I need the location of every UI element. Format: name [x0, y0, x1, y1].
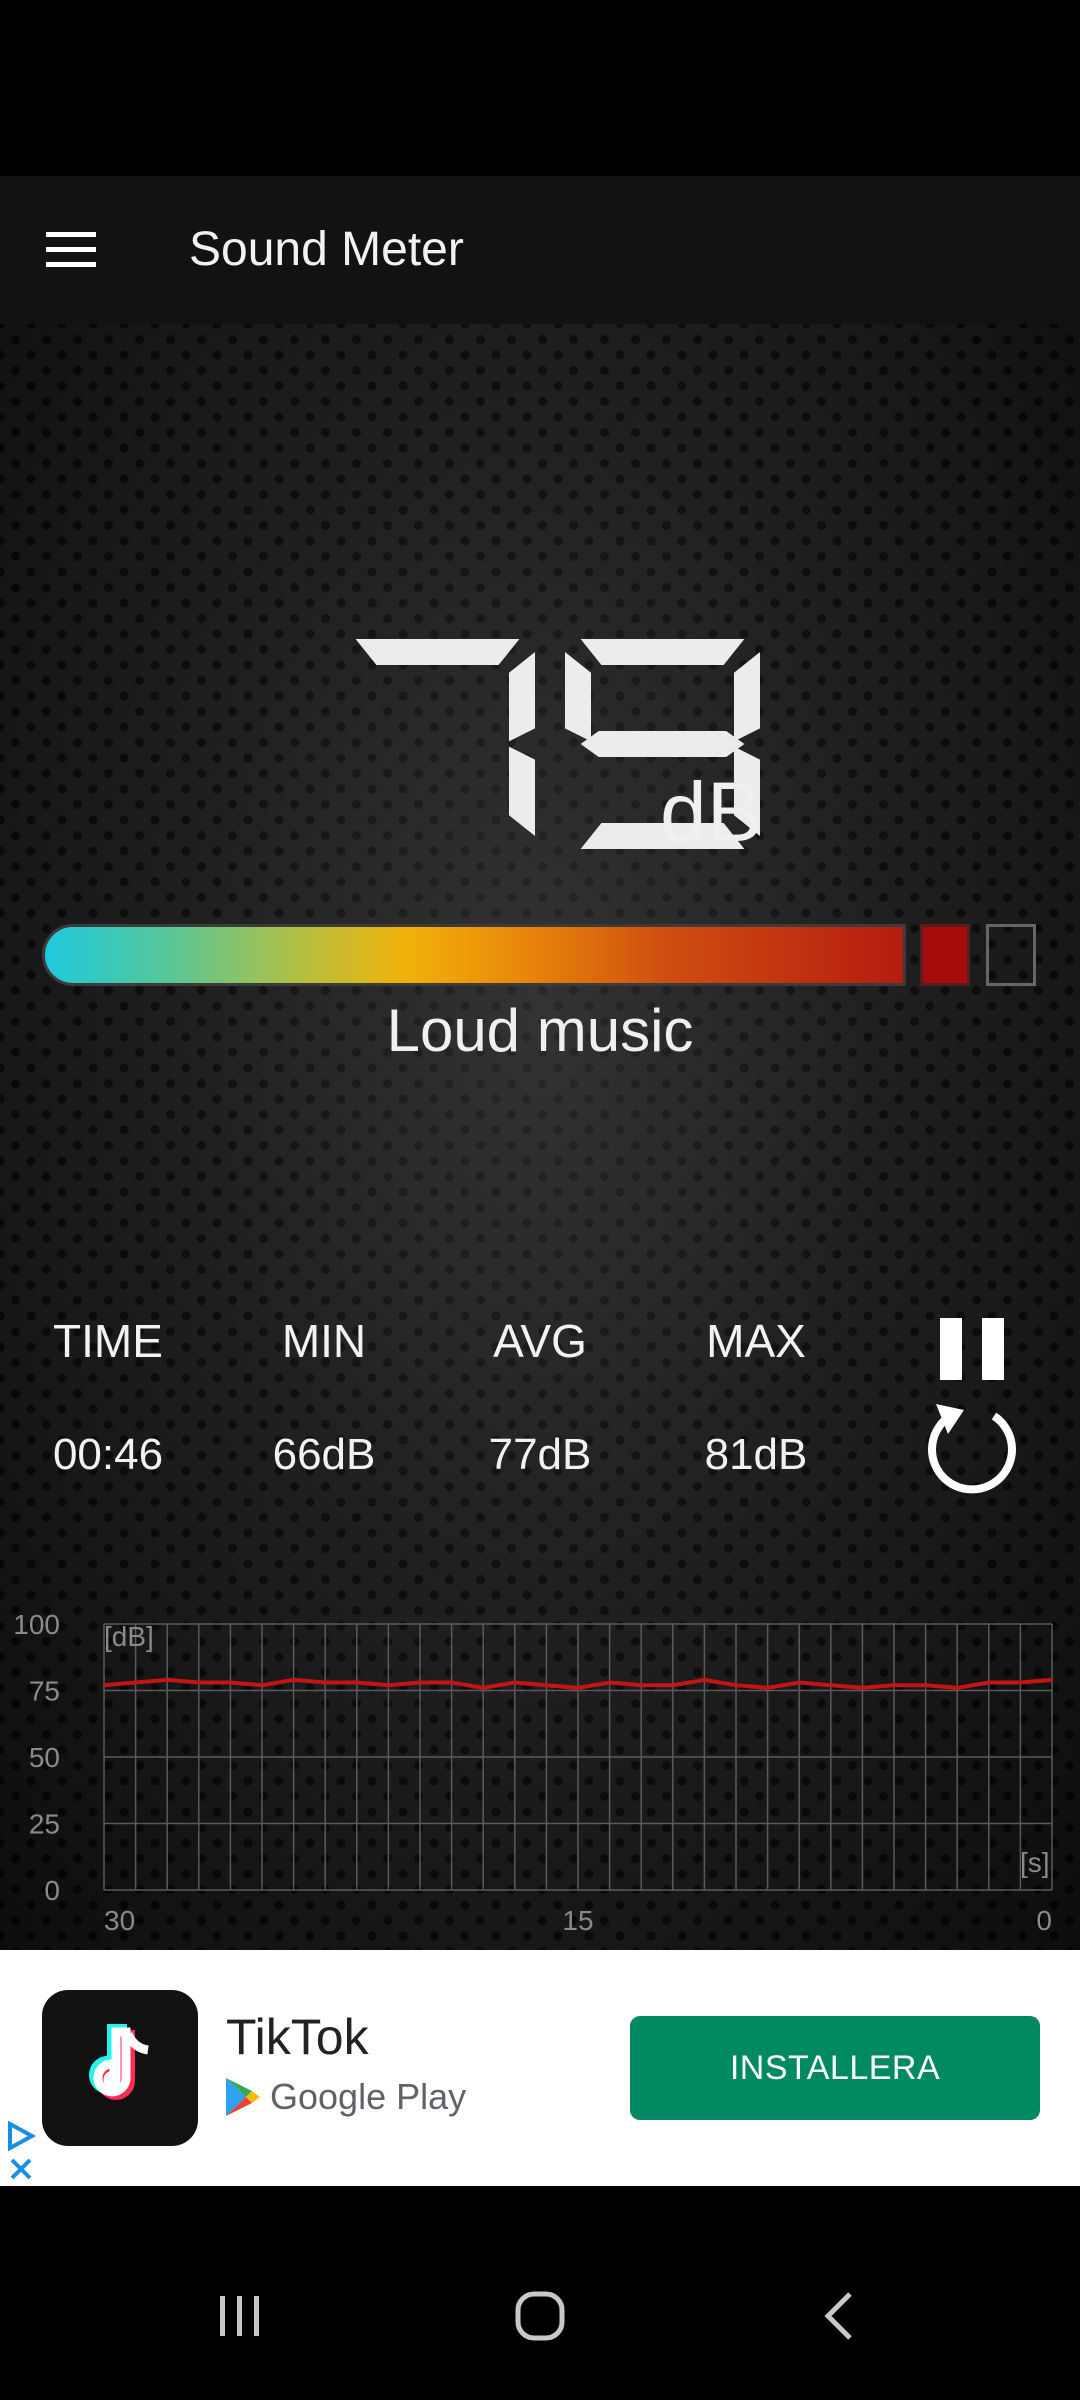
- x-tick-label: 30: [104, 1905, 135, 1936]
- level-segment-filled: [920, 924, 970, 986]
- x-tick-label: 0: [1036, 1905, 1052, 1936]
- google-play-icon: [226, 2078, 260, 2116]
- recents-button[interactable]: [180, 2266, 300, 2366]
- chart-y-label: [dB]: [104, 1621, 154, 1652]
- refresh-icon: [928, 1404, 1016, 1494]
- level-gradient: [42, 924, 906, 986]
- db-unit: dB: [660, 765, 763, 859]
- system-nav-bar: [0, 2186, 1080, 2400]
- stat-max-label: MAX: [706, 1315, 806, 1367]
- app-title: Sound Meter: [189, 223, 464, 276]
- adchoices-icon[interactable]: [4, 2110, 40, 2180]
- digit-segment: [580, 639, 745, 665]
- level-description: Loud music: [386, 997, 694, 1064]
- stat-max: MAX 81dB: [656, 1314, 856, 1480]
- digit-segment: [509, 652, 535, 742]
- recents-icon: [220, 2296, 259, 2336]
- digit-segment: [509, 746, 535, 836]
- stat-avg-label: AVG: [493, 1315, 587, 1367]
- stat-min-label: MIN: [281, 1315, 367, 1367]
- level-segment-empty: [986, 924, 1036, 986]
- history-chart: 100 75 50 25 0 30 15 0 [dB] [s]: [13, 1609, 1053, 1936]
- y-tick-label: 0: [44, 1875, 60, 1906]
- chart-x-label: [s]: [1020, 1847, 1050, 1878]
- home-button[interactable]: [480, 2266, 600, 2366]
- ad-app-icon[interactable]: [42, 1990, 198, 2146]
- app-bar: Sound Meter: [0, 176, 1080, 324]
- y-tick-label: 50: [29, 1742, 60, 1773]
- x-tick-label: 15: [562, 1905, 593, 1936]
- ad-store-name: Google Play: [270, 2076, 467, 2117]
- chart-grid: [103, 1623, 1053, 1891]
- close-icon: [10, 2158, 32, 2180]
- pause-icon: [940, 1318, 1004, 1380]
- stat-min-value: 66dB: [272, 1430, 376, 1479]
- reset-button[interactable]: [920, 1394, 1024, 1498]
- back-button[interactable]: [780, 2266, 900, 2366]
- stat-max-value: 81dB: [704, 1430, 808, 1479]
- y-tick-label: 25: [29, 1809, 60, 1840]
- home-icon: [515, 2291, 565, 2341]
- stat-time-label: TIME: [53, 1315, 163, 1367]
- digit-segment: [565, 652, 591, 742]
- y-tick-label: 100: [13, 1609, 60, 1640]
- digit-segment: [355, 639, 520, 665]
- stat-min: MIN 66dB: [224, 1314, 424, 1480]
- install-button[interactable]: INSTALLERA: [630, 2016, 1040, 2120]
- stat-time: TIME 00:46: [8, 1314, 208, 1480]
- pause-button[interactable]: [926, 1309, 1018, 1389]
- digit-segment: [734, 652, 760, 742]
- back-icon: [824, 2292, 852, 2340]
- status-bar: [0, 0, 1080, 176]
- ad-app-name[interactable]: TikTok: [226, 2008, 369, 2066]
- ad-banner[interactable]: TikTok Google Play INSTALLERA: [0, 1950, 1080, 2186]
- stat-avg-value: 77dB: [488, 1430, 592, 1479]
- menu-button[interactable]: [30, 210, 114, 290]
- digit-segment: [580, 731, 745, 757]
- y-tick-label: 75: [29, 1676, 60, 1707]
- ad-store: Google Play: [226, 2076, 466, 2118]
- tiktok-logo-icon: [89, 2024, 149, 2100]
- stat-time-value: 00:46: [52, 1430, 164, 1479]
- hamburger-menu-icon: [46, 232, 96, 267]
- stat-avg: AVG 77dB: [440, 1314, 640, 1480]
